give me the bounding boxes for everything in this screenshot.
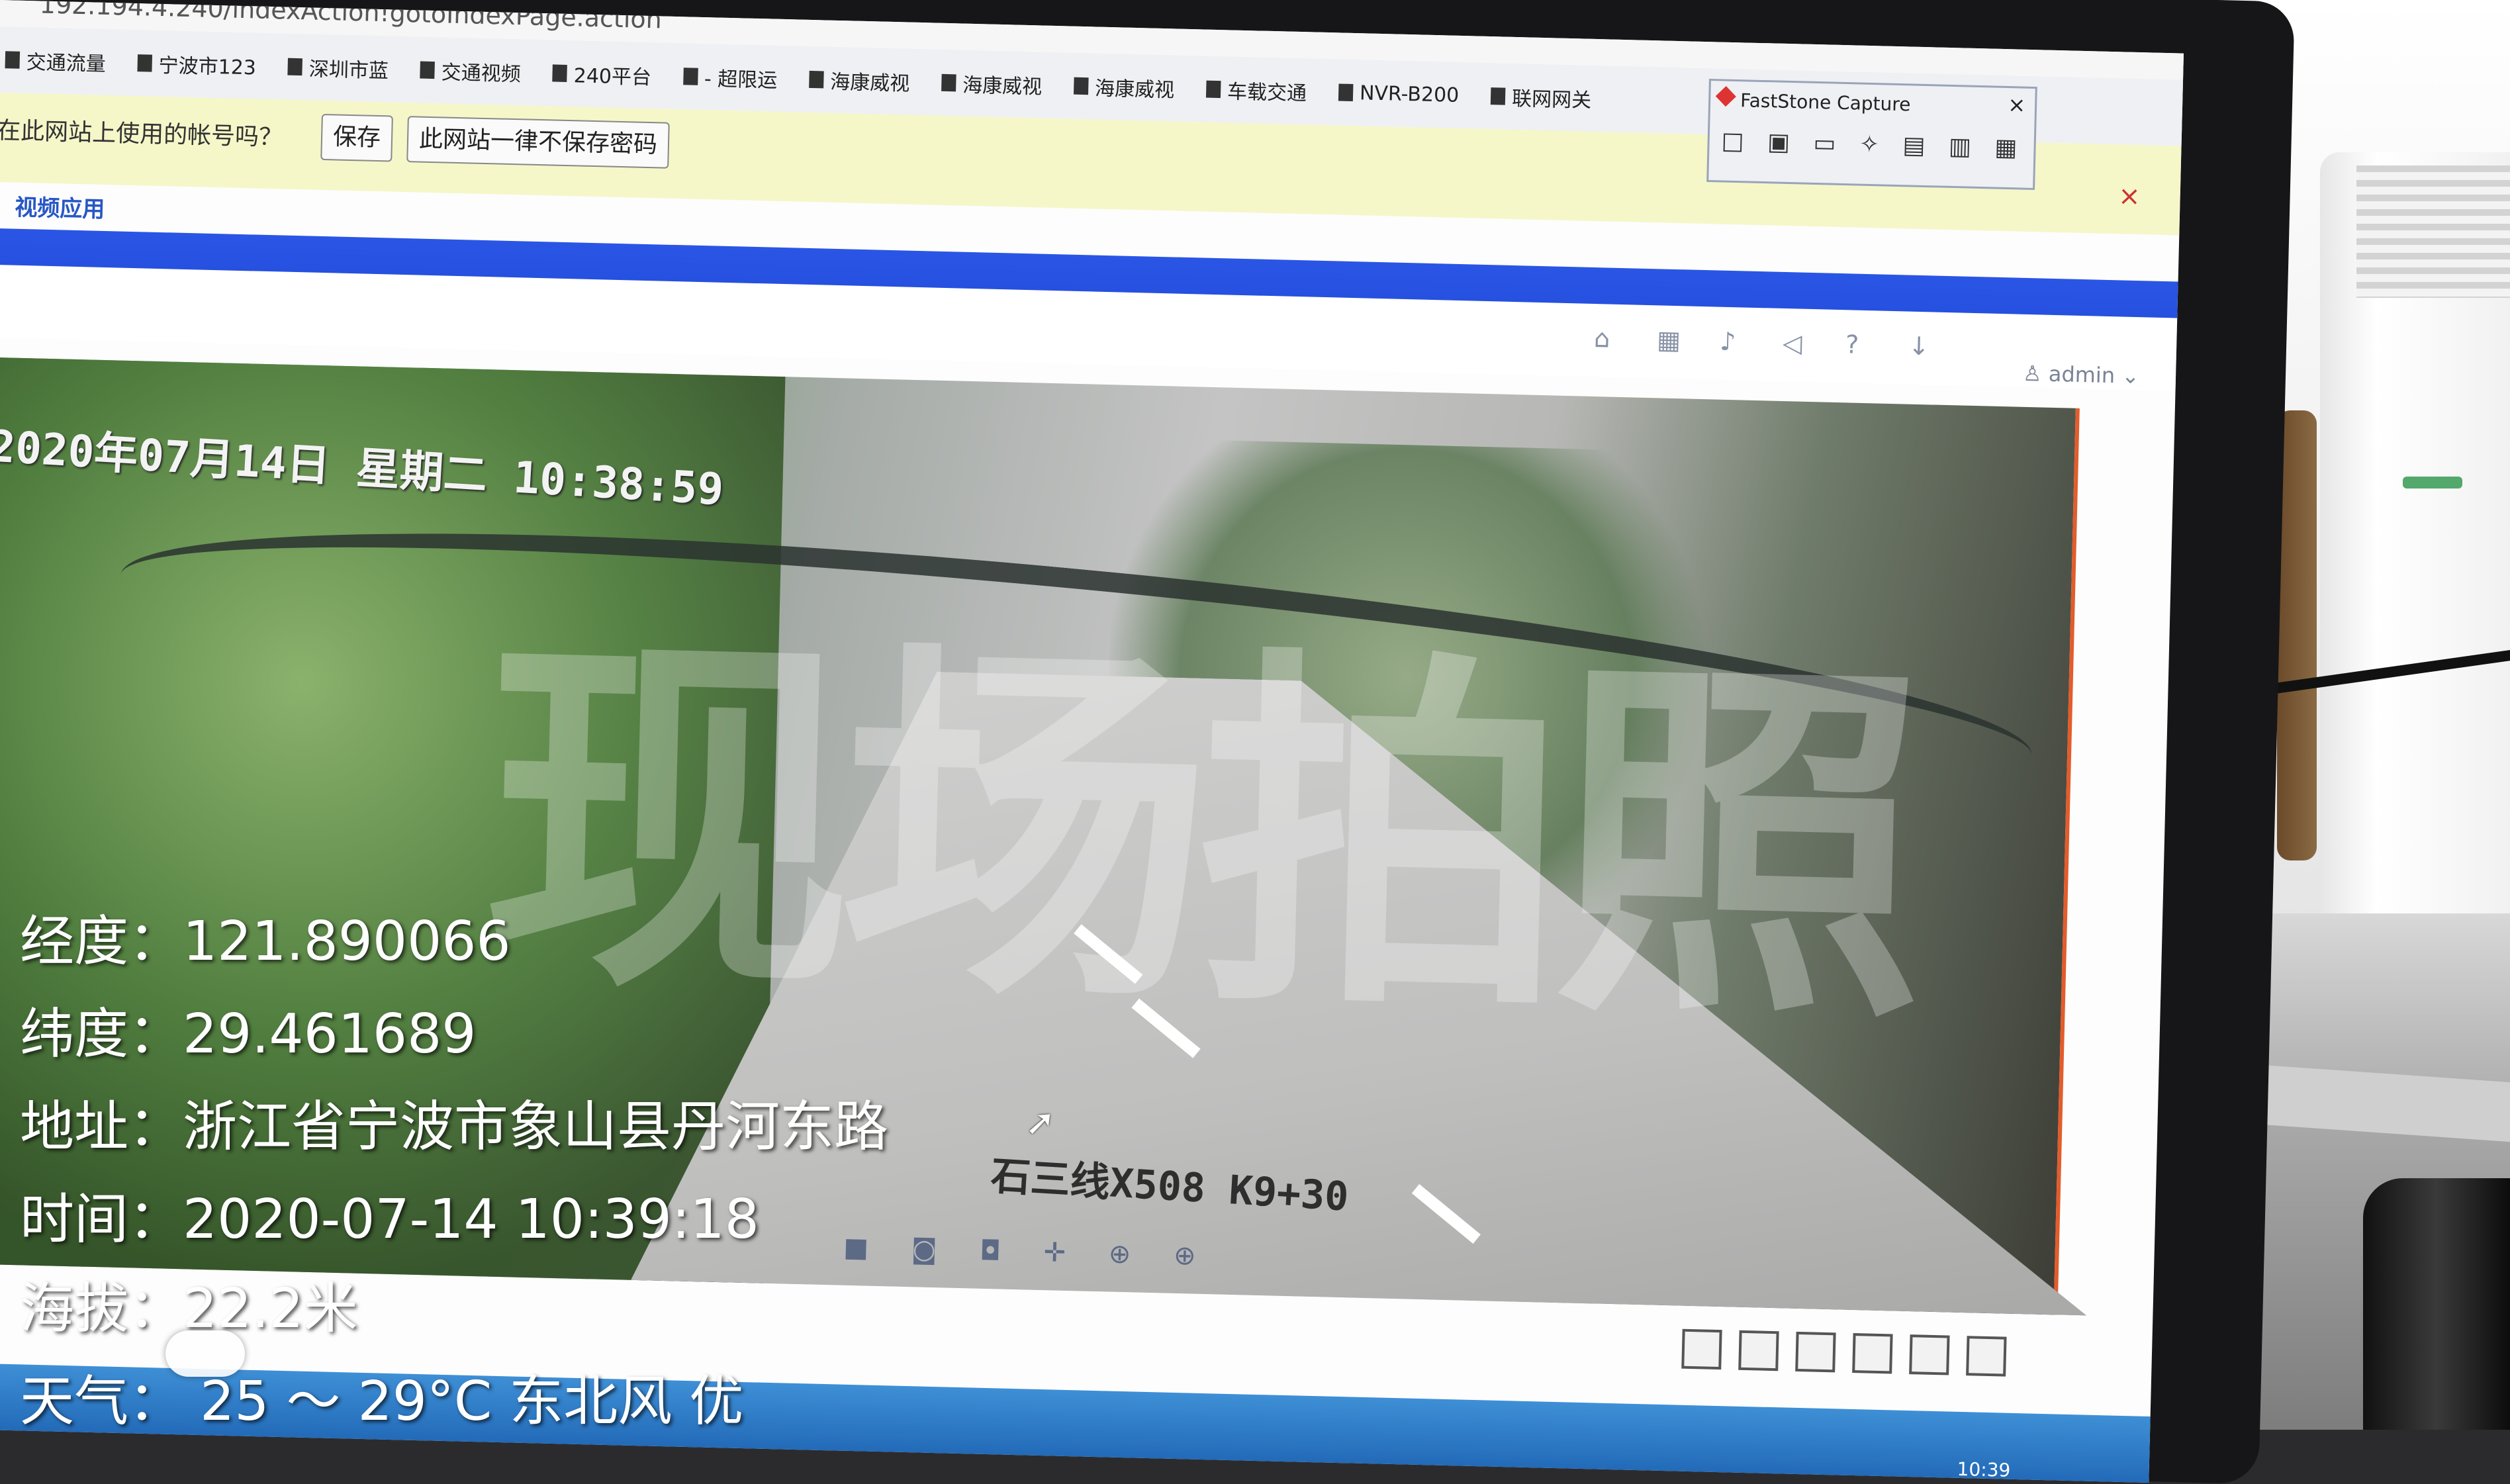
page-icon: [682, 68, 698, 85]
layout-1x1-button[interactable]: [1681, 1328, 1722, 1370]
help-icon[interactable]: ?: [1845, 330, 1873, 359]
fullscreen-button[interactable]: [1966, 1336, 2007, 1377]
page-icon: [1073, 77, 1089, 95]
close-icon[interactable]: ×: [2008, 92, 2026, 118]
layout-3x3-button[interactable]: [1795, 1331, 1836, 1373]
page-icon: [1490, 87, 1506, 105]
bookmark[interactable]: 交通视频: [420, 56, 521, 87]
page-icon: [941, 73, 956, 92]
page-icon: [809, 70, 824, 89]
speaker-icon[interactable]: ◁: [1783, 328, 1810, 358]
overlay-latitude: 纬度：29.461689: [20, 1003, 477, 1066]
window-button[interactable]: [1909, 1334, 1950, 1375]
user-icon: ♙: [2022, 360, 2049, 387]
ac-vents: [2356, 165, 2510, 298]
user-menu[interactable]: ♙ admin ⌄: [2023, 361, 2140, 389]
overlay-weather: 天气： 25 ～ 29°C 东北风 优: [20, 1370, 744, 1433]
layout-selector: [1681, 1328, 2007, 1377]
bookmark[interactable]: 宁波市123: [137, 48, 256, 80]
bookmark[interactable]: 海康威视: [1073, 71, 1175, 103]
ac-logo: [2403, 477, 2462, 488]
page-icon: [552, 64, 568, 82]
save-password-button[interactable]: 保存: [320, 113, 393, 162]
page-icon: [1205, 80, 1221, 99]
layout-4x4-button[interactable]: [1852, 1333, 1893, 1374]
cup: [2363, 1178, 2510, 1430]
layout-2x2-button[interactable]: [1738, 1330, 1779, 1371]
bell-icon[interactable]: ♪: [1720, 327, 1747, 357]
overlay-longitude: 经度：121.890066: [20, 910, 511, 973]
cursor-icon: ➚: [1025, 1101, 1056, 1144]
faststone-title: FastStone Capture: [1740, 89, 1911, 116]
bookmark[interactable]: 深圳市蓝: [287, 52, 389, 84]
bookmark[interactable]: NVR-B200: [1338, 81, 1460, 107]
grid-icon[interactable]: ▦: [1657, 325, 1684, 355]
bookmark[interactable]: 联网网关: [1490, 81, 1592, 113]
faststone-capture-window[interactable]: FastStone Capture × □ ▣ ▭ ✧ ▤ ▥ ▦: [1706, 78, 2037, 191]
faststone-icon: [1715, 86, 1736, 107]
close-icon[interactable]: ×: [2118, 181, 2141, 212]
bookmark[interactable]: - 超限运: [682, 62, 778, 93]
home-icon[interactable]: ⌂: [1594, 324, 1621, 353]
never-save-button[interactable]: 此网站一律不保存密码: [406, 116, 670, 169]
chevron-down-icon: ⌄: [2121, 363, 2140, 389]
bookmark[interactable]: 海康威视: [941, 68, 1043, 100]
bookmark[interactable]: 240平台: [552, 58, 651, 90]
bookmark[interactable]: 车载交通: [1205, 75, 1307, 107]
nav-video-app[interactable]: 视频应用: [15, 189, 105, 224]
capture-tools[interactable]: □ ▣ ▭ ✧ ▤ ▥ ▦: [1721, 127, 2025, 162]
download-icon[interactable]: ↓: [1908, 332, 1935, 361]
page-icon: [287, 58, 303, 76]
overlay-address: 地址：浙江省宁波市象山县丹河东路: [20, 1095, 889, 1158]
page-icon: [137, 54, 153, 72]
monitor-screen: 192.194.4.240/indexAction!gotoIndexPage.…: [0, 0, 2184, 1483]
video-watermark: 现场拍照: [478, 601, 1918, 1068]
bookmark[interactable]: 交通流量: [5, 45, 106, 77]
overlay-time: 时间：2020-07-14 10:39:18: [20, 1188, 759, 1251]
password-question: 在此网站上使用的帐号吗？: [0, 116, 283, 152]
page-icon: [5, 51, 21, 69]
page-icon: [420, 61, 436, 79]
bookmark[interactable]: 海康威视: [809, 65, 910, 97]
taskbar-clock: 10:39: [1957, 1458, 2011, 1481]
page-icon: [1338, 83, 1354, 101]
username: admin: [2048, 361, 2115, 389]
